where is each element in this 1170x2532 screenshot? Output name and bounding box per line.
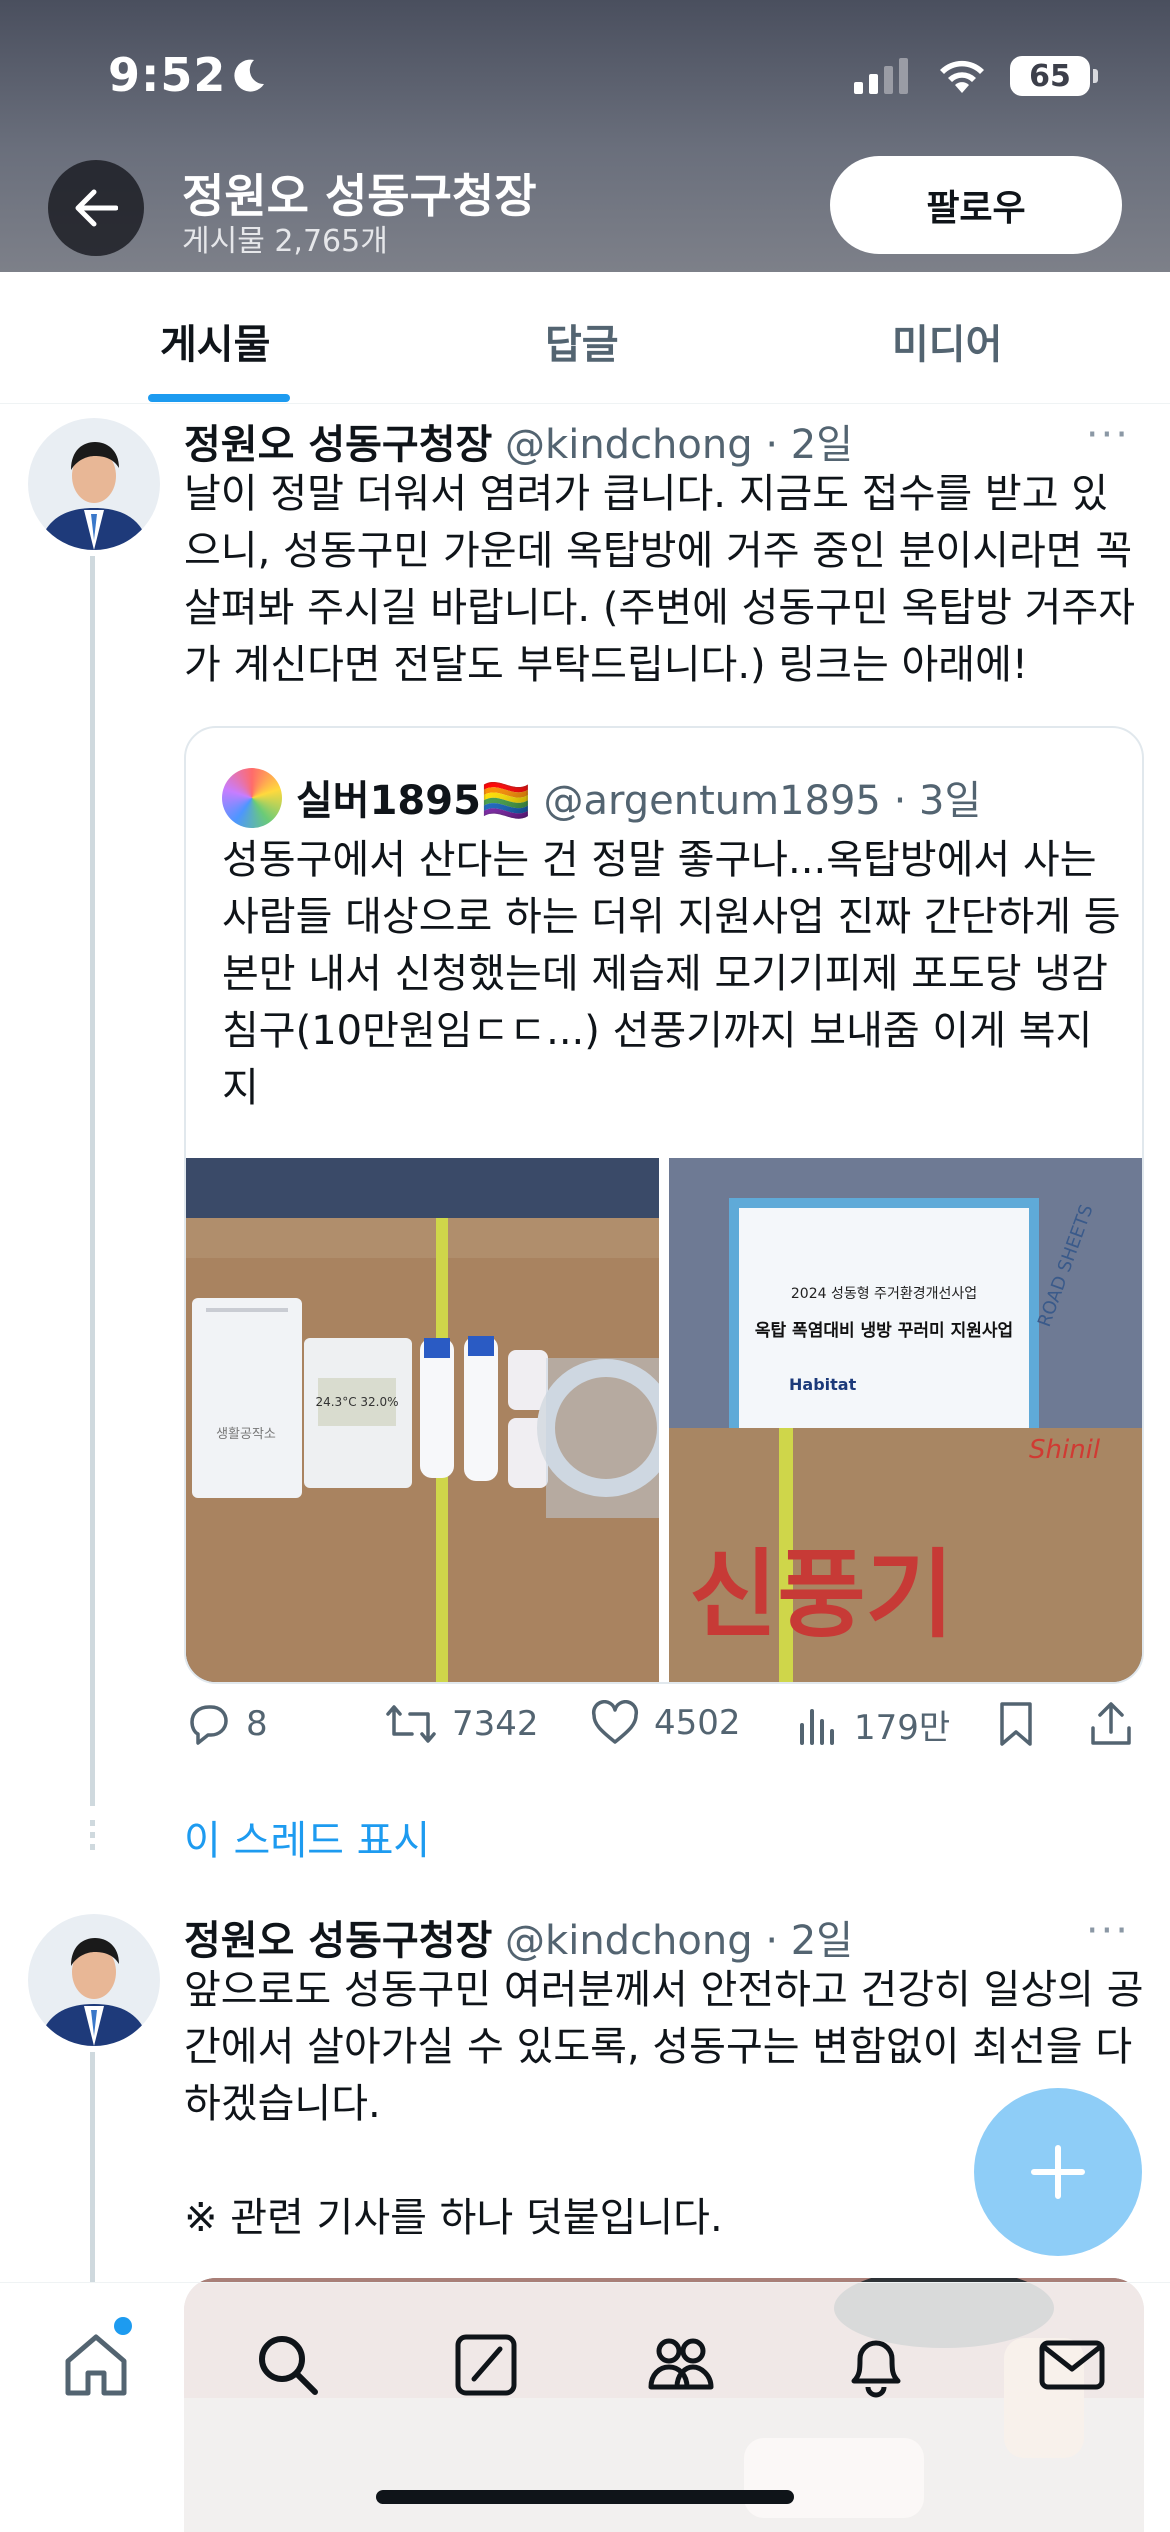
bookmark-icon	[1000, 1702, 1032, 1746]
avatar[interactable]	[28, 418, 160, 550]
communities-icon[interactable]	[645, 2329, 717, 2401]
like-count: 4502	[654, 1703, 741, 1743]
view-count: 179만	[854, 1708, 951, 1748]
author-name[interactable]: 정원오 성동구청장	[184, 1918, 492, 1964]
author-name[interactable]: 정원오 성동구청장	[184, 422, 492, 468]
status-indicators: 65	[854, 56, 1098, 96]
reply-icon	[190, 1705, 228, 1745]
avatar[interactable]	[28, 1914, 160, 2046]
retweet-button[interactable]: 7342	[384, 1700, 539, 1748]
separator-dot: ·	[752, 422, 791, 468]
rainbow-flag-icon: 🏳️‍🌈	[480, 778, 531, 824]
heart-icon	[591, 1700, 639, 1744]
profile-photo	[28, 418, 160, 550]
author-handle[interactable]: @kindchong	[505, 1918, 753, 1964]
active-tab-indicator	[148, 394, 290, 402]
arrow-left-icon	[75, 189, 118, 227]
thread-line	[90, 556, 95, 1806]
tweet-time[interactable]: 2일	[791, 422, 853, 468]
sign-brand: Habitat	[789, 1375, 857, 1394]
thermometer-readout: 24.3°C 32.0%	[315, 1395, 398, 1409]
compose-button[interactable]	[974, 2088, 1142, 2256]
tab-replies[interactable]: 답글	[545, 312, 619, 370]
tweet-time[interactable]: 2일	[791, 1918, 853, 1964]
moon-icon	[234, 59, 264, 92]
box-brand: Shinil	[1029, 1435, 1101, 1465]
profile-header: 9:52 65 정원오 성동구청장 게시물 2,765개 팔로우	[0, 0, 1170, 272]
show-thread-link[interactable]: 이 스레드 표시	[184, 1808, 430, 1866]
reply-button[interactable]: 8	[184, 1700, 268, 1748]
more-options-button[interactable]: ···	[1086, 412, 1130, 458]
profile-tabs: 게시물 답글 미디어	[0, 272, 1170, 404]
thread-dots	[90, 1820, 95, 1850]
mail-icon[interactable]	[1036, 2329, 1108, 2401]
tweet-actions: 8 7342 4502 179만	[184, 1700, 1144, 1764]
grok-icon[interactable]	[450, 2329, 522, 2401]
wifi-icon	[940, 60, 984, 93]
notification-dot	[114, 2317, 132, 2335]
retweet-icon	[386, 1705, 436, 1743]
quoted-avatar[interactable]	[222, 768, 282, 828]
quoted-author-handle: @argentum1895	[543, 778, 881, 824]
tweet-text: 날이 정말 더워서 염려가 큽니다. 지금도 접수를 받고 있으니, 성동구민 …	[184, 471, 1145, 688]
retweet-count: 7342	[452, 1704, 539, 1744]
share-icon	[1091, 1702, 1131, 1745]
bookmark-button[interactable]	[996, 1700, 1036, 1748]
like-button[interactable]: 4502	[590, 1700, 741, 1746]
quoted-tweet[interactable]: 실버1895🏳️‍🌈 @argentum1895 · 3일 성동구에서 산다는 …	[184, 726, 1144, 1684]
home-icon[interactable]	[60, 2329, 132, 2401]
plus-icon	[1031, 2145, 1085, 2199]
views-icon	[800, 1708, 834, 1745]
views-button[interactable]: 179만	[796, 1700, 950, 1749]
thread-line	[90, 2052, 95, 2282]
sign-line-2: 옥탑 폭염대비 냉방 꾸러미 지원사업	[755, 1320, 1013, 1341]
tweet-header: 정원오 성동구청장 @kindchong · 2일	[184, 412, 853, 470]
status-time: 9:52	[108, 48, 227, 102]
quoted-tweet-time: 3일	[919, 778, 982, 824]
quoted-image-fan-box[interactable]: 2024 성동형 주거환경개선사업 옥탑 폭염대비 냉방 꾸러미 지원사업 Ha…	[669, 1158, 1142, 1682]
sign-line-1: 2024 성동형 주거환경개선사업	[791, 1286, 977, 1302]
share-button[interactable]	[1088, 1700, 1134, 1748]
reply-count: 8	[246, 1704, 268, 1744]
quoted-tweet-text: 성동구에서 산다는 건 정말 좋구나...옥탑방에서 사는 사람들 대상으로 하…	[222, 837, 1121, 1111]
post-count: 게시물 2,765개	[182, 224, 388, 259]
battery-indicator: 65	[1010, 56, 1098, 96]
box-text: 신풍기	[689, 1539, 954, 1651]
author-handle[interactable]: @kindchong	[505, 422, 753, 468]
tab-media[interactable]: 미디어	[892, 312, 1002, 370]
tweet-header: 정원오 성동구청장 @kindchong · 2일	[184, 1908, 853, 1966]
fan-box-photo: 2024 성동형 주거환경개선사업 옥탑 폭염대비 냉방 꾸러미 지원사업 Ha…	[669, 1158, 1142, 1682]
quoted-author-name: 실버1895	[296, 778, 481, 824]
signal-icon	[854, 58, 908, 94]
more-options-button[interactable]: ···	[1086, 1908, 1130, 1954]
back-button[interactable]	[48, 160, 144, 256]
quoted-image-supplies[interactable]: 생활공작소 24.3°C 32.0%	[186, 1158, 659, 1682]
profile-photo	[28, 1914, 160, 2046]
bell-icon[interactable]	[840, 2329, 912, 2401]
tab-posts[interactable]: 게시물	[160, 312, 270, 370]
search-icon[interactable]	[252, 2329, 324, 2401]
home-indicator[interactable]	[376, 2490, 794, 2504]
battery-level: 65	[1029, 58, 1071, 94]
pack-label: 생활공작소	[216, 1427, 276, 1442]
separator-dot: ·	[752, 1918, 791, 1964]
follow-button[interactable]: 팔로우	[830, 156, 1122, 254]
supplies-photo: 생활공작소 24.3°C 32.0%	[186, 1158, 659, 1682]
separator-dot: ·	[880, 778, 920, 824]
quoted-tweet-header: 실버1895🏳️‍🌈 @argentum1895 · 3일	[296, 768, 981, 826]
